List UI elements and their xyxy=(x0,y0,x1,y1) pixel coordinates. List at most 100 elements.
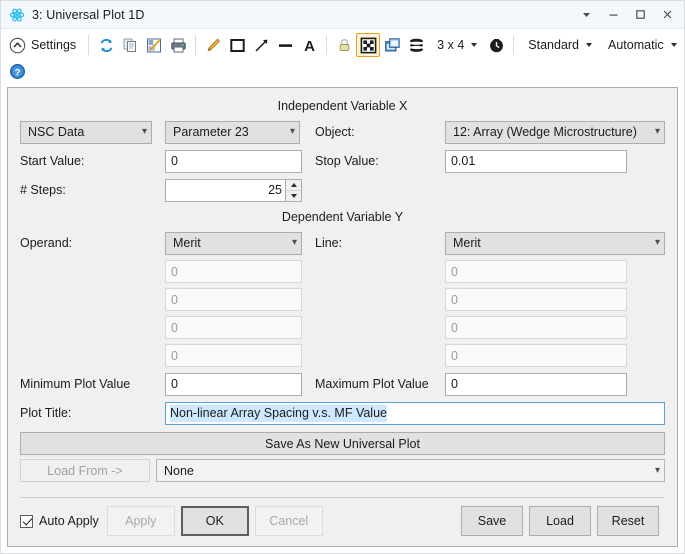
max-label-cell: Maximum Plot Value xyxy=(305,377,445,391)
chevron-down-icon: ▾ xyxy=(654,237,660,248)
operand-args-row: 0 0 xyxy=(20,260,665,283)
operand-arg-2-input[interactable]: 0 xyxy=(165,288,302,311)
operand-arg-4-input[interactable]: 0 xyxy=(165,344,302,367)
object-value: 12: Array (Wedge Microstructure) xyxy=(453,125,637,139)
fit-window-icon[interactable] xyxy=(356,33,381,57)
auto-apply-checkbox-group[interactable]: Auto Apply xyxy=(20,514,99,528)
load-button[interactable]: Load xyxy=(529,506,591,536)
stop-label-cell: Stop Value: xyxy=(305,154,445,168)
steps-label-cell: # Steps: xyxy=(20,183,165,197)
chevron-down-icon: ▾ xyxy=(141,126,147,137)
start-label-cell: Start Value: xyxy=(20,154,165,168)
toolbar-row-2: ? xyxy=(5,59,684,83)
help-icon[interactable]: ? xyxy=(5,59,29,83)
plot-title-label-cell: Plot Title: xyxy=(20,406,165,420)
save-button[interactable]: Save xyxy=(461,506,523,536)
plot-title-label: Plot Title: xyxy=(20,406,72,420)
text-a-icon[interactable]: A xyxy=(297,33,321,57)
maximize-button[interactable] xyxy=(627,4,653,26)
steps-decrement-button[interactable] xyxy=(286,190,301,201)
save-label: Save xyxy=(477,514,507,528)
load-from-dropdown[interactable]: None ▾ xyxy=(156,459,665,482)
start-value-input[interactable]: 0 xyxy=(165,149,302,173)
line-arg-1-input[interactable]: 0 xyxy=(445,260,627,283)
minimum-plot-value-text: 0 xyxy=(171,377,178,391)
grid-size-dropdown[interactable]: 3 x 4 xyxy=(428,32,484,58)
line-icon[interactable] xyxy=(273,33,297,57)
layers-icon[interactable] xyxy=(404,33,428,57)
arrow-icon[interactable] xyxy=(249,33,273,57)
steps-stepper[interactable]: 25 xyxy=(165,178,302,202)
save-as-new-universal-plot-button[interactable]: Save As New Universal Plot xyxy=(20,432,665,455)
close-button[interactable] xyxy=(654,4,680,26)
start-input-cell: 0 xyxy=(165,149,305,173)
lock-icon[interactable] xyxy=(332,33,356,57)
copy-icon[interactable] xyxy=(118,33,142,57)
triangle-down-icon xyxy=(290,193,297,198)
toolbar-separator-3 xyxy=(326,35,328,55)
toolbar-separator-2 xyxy=(195,35,197,55)
line-arg-3-input[interactable]: 0 xyxy=(445,316,627,339)
print-icon[interactable] xyxy=(166,33,190,57)
scale-label: Automatic xyxy=(608,38,664,52)
operand-dropdown[interactable]: Merit ▾ xyxy=(165,231,302,255)
operand-arg-2-cell: 0 xyxy=(165,288,305,311)
steps-increment-button[interactable] xyxy=(286,179,301,191)
min-input-cell: 0 xyxy=(165,372,305,396)
min-label-cell: Minimum Plot Value xyxy=(20,377,165,391)
scale-dropdown[interactable]: Automatic xyxy=(599,32,684,58)
settings-label: Settings xyxy=(31,38,77,52)
stop-value-label: Stop Value: xyxy=(315,154,379,168)
line-arg-4-input[interactable]: 0 xyxy=(445,344,627,367)
detach-window-icon[interactable] xyxy=(380,33,404,57)
ok-button[interactable]: OK xyxy=(180,506,249,536)
chevron-down-icon: ▾ xyxy=(654,464,660,476)
footer-divider xyxy=(20,497,665,498)
rectangle-icon[interactable] xyxy=(225,33,249,57)
plot-title-input[interactable]: Non-linear Array Spacing v.s. MF Value xyxy=(165,401,665,425)
operand-arg-3-input[interactable]: 0 xyxy=(165,316,302,339)
settings-button[interactable]: Settings xyxy=(5,32,83,58)
start-stop-row: Start Value: 0 Stop Value: 0.01 xyxy=(20,149,665,173)
apply-button[interactable]: Apply xyxy=(106,506,175,536)
maximum-plot-value-input[interactable]: 0 xyxy=(445,372,627,396)
reset-button[interactable]: Reset xyxy=(597,506,659,536)
window-menu-button[interactable] xyxy=(573,4,599,26)
auto-apply-checkbox[interactable] xyxy=(20,514,33,528)
line-arg-2-input[interactable]: 0 xyxy=(445,288,627,311)
refresh-icon[interactable] xyxy=(94,33,118,57)
steps-input-cell: 25 xyxy=(165,178,305,202)
line-label-cell: Line: xyxy=(305,236,445,250)
parameter-value: Parameter 23 xyxy=(173,125,249,139)
steps-input[interactable]: 25 xyxy=(165,178,285,202)
object-dropdown-cell: 12: Array (Wedge Microstructure) ▾ xyxy=(445,120,665,144)
cancel-button[interactable]: Cancel xyxy=(254,506,323,536)
object-dropdown[interactable]: 12: Array (Wedge Microstructure) ▾ xyxy=(445,120,665,144)
panel-spacer xyxy=(20,488,665,497)
cancel-label: Cancel xyxy=(269,514,309,528)
chevron-down-icon: ▾ xyxy=(291,237,297,248)
operand-label: Operand: xyxy=(20,236,73,250)
operand-arg-1-input[interactable]: 0 xyxy=(165,260,302,283)
chevron-down-icon xyxy=(670,43,677,47)
chevron-down-icon xyxy=(471,43,478,47)
minimum-plot-value-input[interactable]: 0 xyxy=(165,372,302,396)
load-from-button[interactable]: Load From -> xyxy=(20,459,150,482)
data-source-value: NSC Data xyxy=(28,125,85,139)
parameter-dropdown[interactable]: Parameter 23 ▾ xyxy=(165,120,300,144)
annotate-pencil-icon[interactable] xyxy=(201,33,225,57)
line-dropdown[interactable]: Merit ▾ xyxy=(445,231,665,255)
line-arg-2-cell: 0 xyxy=(445,288,665,311)
operand-line-row: Operand: Merit ▾ Line: Merit ▾ xyxy=(20,231,665,255)
minimize-button[interactable] xyxy=(600,4,626,26)
independent-section-title: Independent Variable X xyxy=(277,99,408,113)
clock-icon[interactable] xyxy=(484,33,508,57)
save-chart-icon[interactable] xyxy=(142,33,166,57)
style-dropdown[interactable]: Standard xyxy=(519,32,599,58)
operand-arg-4-cell: 0 xyxy=(165,344,305,367)
toolbar-separator-4 xyxy=(513,35,515,55)
data-source-dropdown[interactable]: NSC Data ▾ xyxy=(20,120,152,144)
steps-label: # Steps: xyxy=(20,183,66,197)
universal-plot-window: 3: Universal Plot 1D Settings A 3 x 4 St… xyxy=(0,0,685,554)
stop-value-input[interactable]: 0.01 xyxy=(445,149,627,173)
